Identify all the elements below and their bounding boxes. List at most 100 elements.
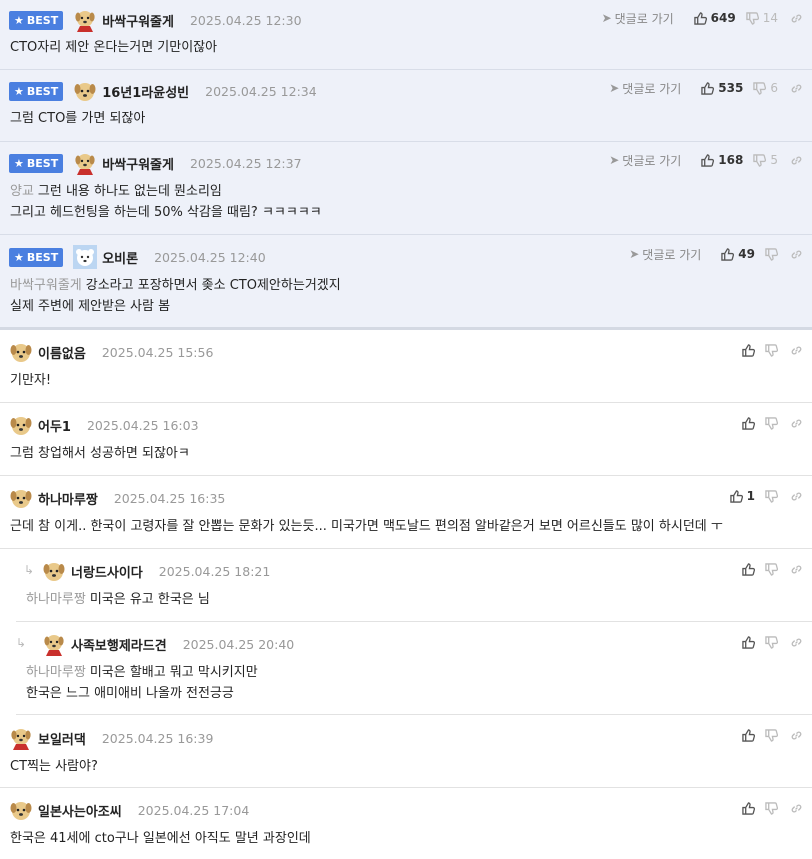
thumbs-down-icon [753, 154, 766, 167]
comment-header: 일본사는아조씨 2025.04.25 17:04 [9, 798, 249, 822]
link-icon [790, 12, 803, 25]
avatar[interactable] [73, 8, 97, 32]
nickname[interactable]: 어두1 [38, 416, 71, 435]
upvote-button[interactable]: 168 [701, 153, 743, 167]
comment-body: CTO자리 제안 온다는거면 기만이잖아 [10, 37, 217, 58]
go-to-reply-link[interactable]: ➤ 댓글로 가기 [609, 80, 681, 97]
nickname[interactable]: 바싹구워줄게 [102, 11, 174, 30]
mention-nickname[interactable]: 양교 [10, 184, 34, 199]
nickname[interactable]: 바싹구워줄게 [102, 154, 174, 173]
mention-nickname[interactable]: 하나마루짱 [26, 592, 86, 607]
nickname[interactable]: 16년1라윤성빈 [102, 82, 189, 101]
downvote-button[interactable] [765, 248, 778, 261]
avatar[interactable] [73, 151, 97, 175]
downvote-button[interactable]: 6 [753, 81, 778, 95]
downvote-button[interactable]: 5 [753, 153, 778, 167]
dog-red-icon [73, 151, 97, 175]
reply-label: 댓글로 가기 [614, 11, 674, 26]
go-to-reply-link[interactable]: ➤ 댓글로 가기 [629, 246, 701, 263]
comment-text: 강소라고 포장하면서 좆소 CTO제안하는거겠지 [85, 278, 341, 293]
copy-link-button[interactable] [790, 563, 803, 576]
send-icon: ➤ [609, 81, 620, 95]
downvote-button[interactable]: 14 [746, 11, 778, 25]
downvote-button[interactable] [765, 417, 778, 430]
nickname[interactable]: 너랑드사이다 [71, 562, 143, 581]
go-to-reply-link[interactable]: ➤ 댓글로 가기 [602, 10, 674, 27]
star-icon: ★ [14, 13, 24, 27]
mention-nickname[interactable]: 하나마루짱 [26, 665, 86, 680]
downvote-button[interactable] [765, 490, 778, 503]
best-label: BEST [26, 250, 59, 264]
comment-item: 이름없음 2025.04.25 15:56 기만자! [0, 330, 812, 403]
avatar[interactable] [9, 486, 33, 510]
avatar[interactable] [9, 726, 33, 750]
downvote-button[interactable] [765, 802, 778, 815]
copy-link-button[interactable] [790, 344, 803, 357]
upvote-button[interactable] [742, 417, 755, 430]
upvote-button[interactable]: 1 [730, 489, 755, 503]
nickname[interactable]: 이름없음 [38, 343, 86, 362]
comment-text: 그리고 헤드헌팅을 하는데 50% 삭감을 때림? ㅋㅋㅋㅋㅋ [10, 205, 322, 220]
avatar[interactable] [9, 340, 33, 364]
nickname[interactable]: 보일러댁 [38, 729, 86, 748]
upvote-button[interactable] [742, 563, 755, 576]
comment-text: 실제 주변에 제안받은 사람 봄 [10, 299, 171, 314]
avatar[interactable] [73, 245, 97, 269]
upvote-button[interactable]: 49 [721, 247, 755, 261]
best-badge: ★ BEST [9, 153, 64, 173]
comment-text: CTO자리 제안 온다는거면 기만이잖아 [10, 40, 218, 55]
upvote-button[interactable]: 649 [694, 11, 736, 25]
downvote-button[interactable] [765, 729, 778, 742]
comment-text: CT찍는 사람야? [10, 759, 98, 774]
copy-link-button[interactable] [790, 417, 803, 430]
downvote-button[interactable] [765, 344, 778, 357]
copy-link-button[interactable] [790, 729, 803, 742]
comment-header: 사족보행제라드견 2025.04.25 20:40 [42, 632, 294, 656]
copy-link-button[interactable] [790, 802, 803, 815]
nickname[interactable]: 오비론 [102, 248, 138, 267]
upvote-button[interactable] [742, 729, 755, 742]
copy-link-button[interactable] [790, 490, 803, 503]
comment-body: 그럼 창업해서 성공하면 되잖아ㅋ [10, 443, 190, 464]
copy-link-button[interactable] [790, 154, 803, 167]
nickname[interactable]: 일본사는아조씨 [38, 801, 122, 820]
nickname[interactable]: 사족보행제라드견 [71, 635, 167, 654]
link-icon [790, 417, 803, 430]
comment-header: ★ BEST 바싹구워줄게 2025.04.25 12:37 [9, 151, 302, 175]
comment-item: 일본사는아조씨 2025.04.25 17:04 한국은 41세에 cto구나 … [0, 788, 812, 854]
nickname[interactable]: 하나마루짱 [38, 489, 98, 508]
comment-actions [732, 632, 803, 652]
go-to-reply-link[interactable]: ➤ 댓글로 가기 [609, 152, 681, 169]
best-label: BEST [26, 84, 59, 98]
comment-list: ★ BEST 바싹구워줄게 2025.04.25 12:30 ➤ 댓글로 가기 64… [0, 0, 812, 854]
comment-text: 한국은 느그 애미애비 나올까 전전긍긍 [26, 686, 234, 701]
comment-actions [732, 798, 803, 818]
upvote-button[interactable] [742, 802, 755, 815]
copy-link-button[interactable] [790, 12, 803, 25]
timestamp: 2025.04.25 20:40 [182, 636, 295, 652]
avatar[interactable] [9, 413, 33, 437]
avatar[interactable] [73, 79, 97, 103]
link-icon [790, 82, 803, 95]
send-icon: ➤ [609, 153, 620, 167]
copy-link-button[interactable] [790, 636, 803, 649]
link-icon [790, 563, 803, 576]
upvote-button[interactable]: 535 [701, 81, 743, 95]
upvote-button[interactable] [742, 344, 755, 357]
upvote-button[interactable] [742, 636, 755, 649]
avatar[interactable] [42, 559, 66, 583]
avatar[interactable] [42, 632, 66, 656]
comment-body: 바싹구워줄게 강소라고 포장하면서 좆소 CTO제안하는거겠지 실제 주변에 제안… [10, 275, 341, 317]
mention-nickname[interactable]: 바싹구워줄게 [10, 278, 82, 293]
downvote-button[interactable] [765, 636, 778, 649]
send-icon: ➤ [629, 247, 640, 261]
copy-link-button[interactable] [790, 82, 803, 95]
comment-header: 어두1 2025.04.25 16:03 [9, 413, 199, 437]
copy-link-button[interactable] [790, 248, 803, 261]
thumbs-up-icon [742, 729, 755, 742]
dog-red-icon [73, 8, 97, 32]
send-icon: ➤ [601, 11, 612, 25]
avatar[interactable] [9, 798, 33, 822]
downvote-button[interactable] [765, 563, 778, 576]
downvote-count: 6 [770, 81, 778, 95]
